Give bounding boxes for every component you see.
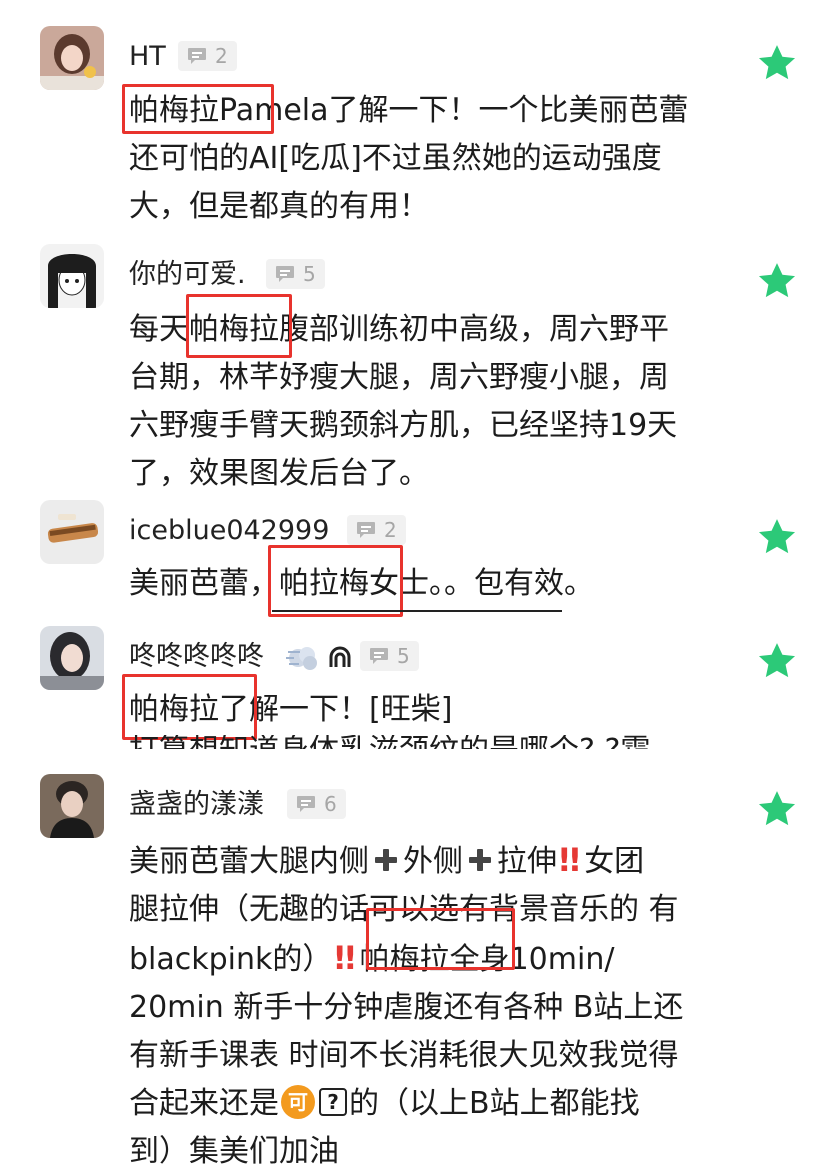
reply-count-badge[interactable]: 5 [360,641,419,671]
plus-icon [373,847,399,873]
comment-bubble-icon [357,522,375,538]
comment-line: 六野瘦手臂天鹅颈斜方肌，已经坚持19天 [129,408,678,443]
avatar[interactable] [40,626,104,690]
emoji-glyph: ? [327,1089,339,1114]
text-span: 的（以上B站上都能找 [349,1086,640,1121]
comment-line: blackpink的）!! 帕梅拉全身10min/ [129,934,683,984]
comment-line: 美丽芭蕾大腿内侧 外侧 拉伸!! 女团 [129,836,683,886]
clipped-text-line: 打算想知道身体乳滋颈纹的是哪个? ?霜 [129,735,709,749]
comment-line: 有新手课表 时间不长消耗很大见效我觉得 [129,1038,679,1073]
text-span: 合起来还是 [129,1086,279,1121]
comment-item: iceblue042999 2 美丽芭蕾，帕拉梅女士。。包有效。 [0,500,828,620]
plus-icon [467,847,493,873]
reply-count: 2 [384,518,397,542]
comment-line: 帕梅拉Pamela了解一下！一个比美丽芭蕾 [129,93,689,128]
comment-line: 帕梅拉了解一下！[旺柴] [129,692,453,727]
comment-item: 盏盏的漾漾 6 美丽芭蕾大腿内侧 外侧 拉伸!! 女团 腿拉伸（无趣的话可以选有背景音… [0,774,828,1169]
star-icon[interactable] [756,42,798,84]
text-span: 美丽芭蕾大腿内侧 [129,844,369,879]
ke-emoji-icon: 可 [281,1084,315,1119]
underline-mark [272,610,562,612]
text-span: blackpink的） [129,942,333,977]
text-span: 拉伸 [497,844,557,879]
comment-text: 美丽芭蕾大腿内侧 外侧 拉伸!! 女团 腿拉伸（无趣的话可以选有背景音乐的 有 bla… [129,836,683,1176]
text-span: 女团 [584,844,645,879]
question-box-icon: ? [319,1087,347,1116]
comment-line: 台期，林芊妤瘦大腿，周六野瘦小腿，周 [129,360,669,395]
username[interactable]: 咚咚咚咚咚 [129,640,264,674]
reply-count-badge[interactable]: 5 [266,259,325,289]
comment-line: 20min 新手十分钟虐腹还有各种 B站上还 [129,990,684,1025]
star-icon[interactable] [756,640,798,682]
text-span: 帕梅拉全身10min/ [359,942,615,977]
reply-count-badge[interactable]: 6 [287,789,346,819]
star-icon[interactable] [756,516,798,558]
comment-bubble-icon [297,796,315,812]
comment-text: 每天帕梅拉腹部训练初中高级，周六野平 台期，林芊妤瘦大腿，周六野瘦小腿，周 六野… [129,306,677,498]
comment-line: 打算想知道身体乳滋颈纹的是哪个? ?霜 [129,735,650,749]
comment-item: HT 2 帕梅拉Pamela了解一下！一个比美丽芭蕾 还可怕的AI[吃瓜]不过虽… [0,26,828,224]
emoji-glyph: 可 [288,1089,308,1114]
comment-line: 还可怕的AI[吃瓜]不过虽然她的运动强度 [129,141,662,176]
username[interactable]: HT [129,40,166,74]
comment-line: 腿拉伸（无趣的话可以选有背景音乐的 有 [129,892,679,927]
comment-bubble-icon [276,266,294,282]
avatar[interactable] [40,774,104,838]
double-exclamation-icon: !! [557,841,582,879]
username[interactable]: iceblue042999 [129,514,329,548]
comment-line: 每天帕梅拉腹部训练初中高级，周六野平 [129,312,669,347]
comment-bubble-icon [188,48,206,64]
reply-count: 2 [215,44,228,68]
text-span: 外侧 [403,844,463,879]
avatar[interactable] [40,26,104,90]
comment-text: 帕梅拉了解一下！[旺柴] [129,686,452,734]
avatar[interactable] [40,244,104,308]
comment-bubble-icon [370,648,388,664]
reply-count: 5 [303,262,316,286]
username[interactable]: 盏盏的漾漾 [129,788,264,822]
badge-icon [327,645,353,671]
reply-count: 5 [397,644,410,668]
comment-line: 大，但是都真的有用！ [129,189,429,224]
comment-line: 美丽芭蕾，帕拉梅女士。。包有效。 [129,566,594,601]
comment-line: 合起来还是可? 的（以上B站上都能找 [129,1080,683,1128]
double-exclamation-icon: !! [332,939,357,977]
username[interactable]: 你的可爱. [129,258,246,292]
comment-line: 了，效果图发后台了。 [129,456,429,491]
comment-item: 你的可爱. 5 每天帕梅拉腹部训练初中高级，周六野平 台期，林芊妤瘦大腿，周六野… [0,244,828,491]
star-icon[interactable] [756,788,798,830]
comment-text: 美丽芭蕾，帕拉梅女士。。包有效。 [129,560,594,608]
star-icon[interactable] [756,260,798,302]
comment-line: 到）集美们加油 [129,1134,339,1169]
reply-count-badge[interactable]: 2 [347,515,406,545]
avatar[interactable] [40,500,104,564]
reply-count: 6 [324,792,337,816]
cloud-icon [284,642,320,674]
reply-count-badge[interactable]: 2 [178,41,237,71]
comment-item: 咚咚咚咚咚 5 帕梅拉了解一下！[旺柴] [0,626,828,750]
comment-text: 帕梅拉Pamela了解一下！一个比美丽芭蕾 还可怕的AI[吃瓜]不过虽然她的运动… [129,87,689,231]
